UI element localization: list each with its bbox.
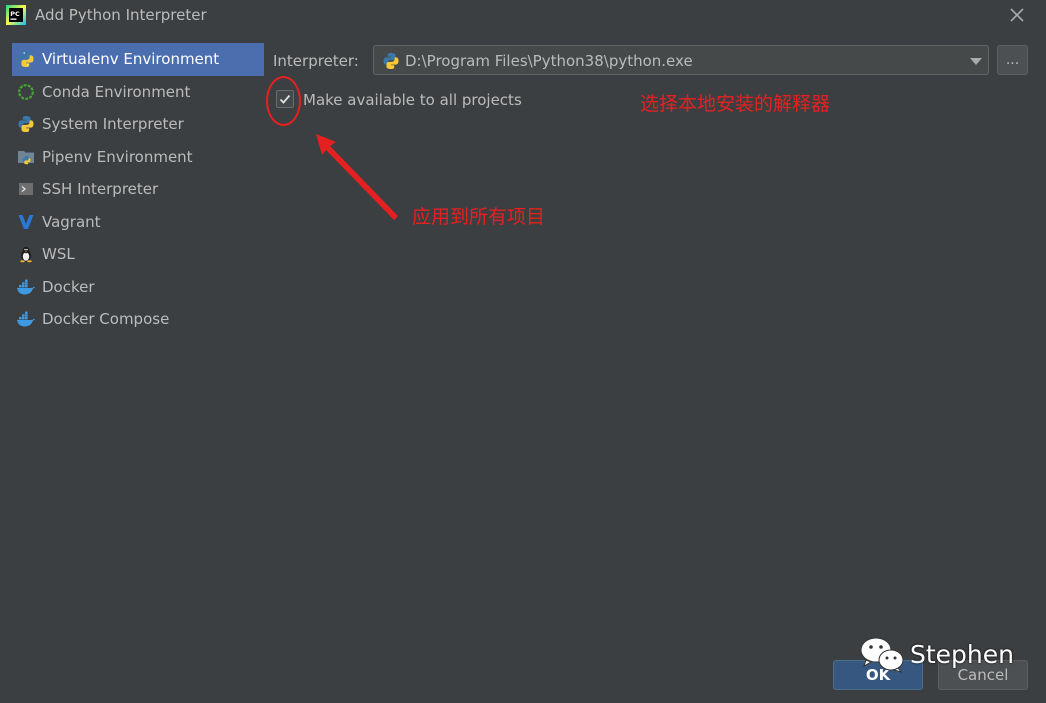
- title-bar: PC Add Python Interpreter: [0, 0, 1046, 32]
- python-icon: [16, 49, 36, 69]
- sidebar-item-pipenv[interactable]: Pipenv Environment: [12, 141, 264, 174]
- sidebar-item-system-interpreter[interactable]: System Interpreter: [12, 108, 264, 141]
- python-icon: [16, 114, 36, 134]
- sidebar-item-ssh[interactable]: SSH Interpreter: [12, 173, 264, 206]
- annotation-arrow: [316, 134, 398, 220]
- window-title: Add Python Interpreter: [35, 6, 207, 24]
- sidebar-item-conda[interactable]: Conda Environment: [12, 76, 264, 109]
- interpreter-select[interactable]: D:\Program Files\Python38\python.exe: [373, 45, 989, 75]
- annotation-apply-all: 应用到所有项目: [412, 206, 546, 228]
- chevron-down-icon[interactable]: [970, 58, 982, 65]
- watermark: Stephen: [858, 634, 1014, 674]
- sidebar-item-virtualenv[interactable]: Virtualenv Environment: [12, 43, 264, 76]
- make-available-label[interactable]: Make available to all projects: [303, 91, 522, 109]
- annotation-select-local: 选择本地安装的解释器: [640, 93, 831, 115]
- sidebar-item-label: Docker: [42, 277, 95, 296]
- pycharm-icon: PC: [6, 5, 26, 25]
- sidebar-item-vagrant[interactable]: Vagrant: [12, 206, 264, 239]
- conda-icon: [16, 82, 36, 102]
- interpreter-label: Interpreter:: [273, 52, 359, 70]
- environment-type-list: Virtualenv Environment Conda Environment…: [12, 43, 264, 336]
- sidebar-item-label: Virtualenv Environment: [42, 50, 220, 69]
- close-icon[interactable]: [1006, 4, 1028, 26]
- sidebar-item-label: WSL: [42, 245, 75, 264]
- terminal-icon: [16, 179, 36, 199]
- docker-icon: [16, 277, 36, 297]
- linux-penguin-icon: [16, 244, 36, 264]
- pipenv-icon: [16, 147, 36, 167]
- sidebar-item-label: Conda Environment: [42, 82, 191, 101]
- browse-button[interactable]: ...: [997, 45, 1028, 75]
- vagrant-icon: [16, 212, 36, 232]
- dialog-window: PC Add Python Interpreter Virtualenv Env…: [0, 0, 1046, 703]
- python-icon: [383, 53, 399, 69]
- sidebar-item-docker-compose[interactable]: Docker Compose: [12, 303, 264, 336]
- svg-text:PC: PC: [10, 10, 20, 18]
- docker-icon: [16, 309, 36, 329]
- interpreter-path-value: D:\Program Files\Python38\python.exe: [405, 52, 693, 70]
- sidebar-item-label: SSH Interpreter: [42, 180, 159, 199]
- sidebar-item-docker[interactable]: Docker: [12, 271, 264, 304]
- annotation-circle: [266, 76, 301, 126]
- sidebar-item-label: System Interpreter: [42, 115, 184, 134]
- wechat-icon: [860, 637, 904, 673]
- sidebar-item-wsl[interactable]: WSL: [12, 238, 264, 271]
- sidebar-item-label: Pipenv Environment: [42, 147, 193, 166]
- sidebar-item-label: Docker Compose: [42, 310, 170, 329]
- sidebar-item-label: Vagrant: [42, 212, 101, 231]
- watermark-text: Stephen: [910, 639, 1014, 669]
